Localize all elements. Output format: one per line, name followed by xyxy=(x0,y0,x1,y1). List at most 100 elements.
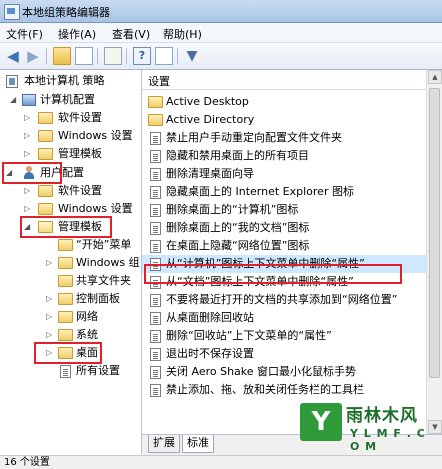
filter-icon[interactable]: ▼ xyxy=(183,47,201,65)
policy-setting-icon xyxy=(150,348,161,361)
list-item-policy[interactable]: 删除清理桌面向导 xyxy=(142,165,426,183)
folder-icon xyxy=(58,293,73,305)
list-item-policy[interactable]: 隐藏和禁用桌面上的所有项目 xyxy=(142,147,426,165)
show-hide-tree-icon[interactable] xyxy=(75,47,93,65)
list-item-policy[interactable]: 删除桌面上的“计算机”图标 xyxy=(142,201,426,219)
policy-setting-icon xyxy=(150,132,161,145)
list-item-label: 不要将最近打开的文档的共享添加到“网络位置” xyxy=(166,293,398,306)
column-header-setting: 设置 xyxy=(148,75,170,88)
folder-icon xyxy=(58,257,73,269)
forward-arrow-icon[interactable]: ▶ xyxy=(24,47,42,65)
list-item-folder[interactable]: Active Desktop xyxy=(142,93,426,111)
list-item-policy[interactable]: 在桌面上隐藏“网络位置”图标 xyxy=(142,237,426,255)
tree-label: 用户配置 xyxy=(40,166,84,179)
folder-icon xyxy=(38,148,53,160)
list-item-label: 从“文档”图标上下文菜单中删除“属性” xyxy=(166,275,354,288)
collapse-triangle-icon[interactable]: ▷ xyxy=(46,254,54,272)
tab-extended[interactable]: 扩展 xyxy=(148,435,180,453)
collapse-triangle-icon[interactable]: ▷ xyxy=(24,182,32,200)
tree-label: 系统 xyxy=(76,328,98,341)
list-item-policy[interactable]: 隐藏桌面上的 Internet Explorer 图标 xyxy=(142,183,426,201)
computer-icon xyxy=(22,94,36,106)
app-icon xyxy=(4,4,20,20)
list-item-label: 退出时不保存设置 xyxy=(166,347,254,360)
list-item-policy[interactable]: 关闭 Aero Shake 窗口最小化鼠标手势 xyxy=(142,363,426,381)
list-item-policy[interactable]: 从“计算机”图标上下文菜单中删除“属性” xyxy=(142,255,426,273)
tree-pane: 本地计算机 策略 ◢ 计算机配置 ▷ 软件设置 ▷ Windows 设置 ▷ 管… xyxy=(0,70,142,454)
policy-root-icon xyxy=(6,75,18,88)
collapse-triangle-icon[interactable]: ▷ xyxy=(24,109,32,127)
back-arrow-icon[interactable]: ◀ xyxy=(4,47,22,65)
folder-icon xyxy=(148,96,163,108)
up-folder-icon[interactable] xyxy=(53,47,71,65)
list-item-policy[interactable]: 删除“回收站”上下文菜单的“属性” xyxy=(142,327,426,345)
menu-action[interactable]: 操作(A) xyxy=(58,26,96,42)
toolbar-separator xyxy=(97,48,98,64)
tree-label: Windows 设置 xyxy=(58,202,133,215)
expand-triangle-icon[interactable]: ◢ xyxy=(10,91,18,109)
policy-setting-icon xyxy=(150,204,161,217)
status-bar: 16 个设置 xyxy=(0,455,442,469)
folder-icon xyxy=(38,130,53,142)
policy-setting-icon xyxy=(150,294,161,307)
menu-view[interactable]: 查看(V) xyxy=(112,26,150,42)
policy-setting-icon xyxy=(150,312,161,325)
tree-label: “开始”菜单 xyxy=(76,238,132,251)
tree-label: Windows 设置 xyxy=(58,129,133,142)
list-item-label: 删除清理桌面向导 xyxy=(166,167,254,180)
menu-file[interactable]: 文件(F) xyxy=(6,26,43,42)
watermark-name: 雨林木风 xyxy=(346,406,418,426)
window-title: 本地组策略编辑器 xyxy=(22,6,110,19)
list-item-label: Active Desktop xyxy=(166,95,249,108)
list-item-label: 隐藏桌面上的 Internet Explorer 图标 xyxy=(166,185,354,198)
collapse-triangle-icon[interactable]: ▷ xyxy=(46,326,54,344)
expand-triangle-icon[interactable]: ◢ xyxy=(6,164,14,182)
expand-triangle-icon[interactable]: ◢ xyxy=(24,218,32,236)
list-item-label: 删除桌面上的“计算机”图标 xyxy=(166,203,299,216)
list-item-policy[interactable]: 不要将最近打开的文档的共享添加到“网络位置” xyxy=(142,291,426,309)
folder-icon xyxy=(58,239,73,251)
properties-icon[interactable] xyxy=(155,47,173,65)
tree-label: 网络 xyxy=(76,310,98,323)
list-item-policy[interactable]: 禁止用户手动重定向配置文件文件夹 xyxy=(142,129,426,147)
list-header[interactable]: 设置 xyxy=(142,70,442,90)
watermark-url: Y L M F . C O M xyxy=(350,427,426,453)
list-item-label: 删除“回收站”上下文菜单的“属性” xyxy=(166,329,332,342)
list-item-policy[interactable]: 删除桌面上的“我的文档”图标 xyxy=(142,219,426,237)
collapse-triangle-icon[interactable]: ▷ xyxy=(24,200,32,218)
list-item-label: 关闭 Aero Shake 窗口最小化鼠标手势 xyxy=(166,365,357,378)
list-item-policy[interactable]: 从桌面删除回收站 xyxy=(142,309,426,327)
list-item-folder[interactable]: Active Directory xyxy=(142,111,426,129)
status-count: 16 个设置 xyxy=(4,457,50,468)
folder-icon xyxy=(58,275,73,287)
collapse-triangle-icon[interactable]: ▷ xyxy=(46,308,54,326)
scroll-thumb[interactable] xyxy=(429,88,440,378)
collapse-triangle-icon[interactable]: ▷ xyxy=(46,290,54,308)
tree-label: 管理模板 xyxy=(58,147,102,160)
toolbar-separator xyxy=(177,48,178,64)
policy-setting-icon xyxy=(150,222,161,235)
toolbar-separator xyxy=(126,48,127,64)
collapse-triangle-icon[interactable]: ▷ xyxy=(24,127,32,145)
folder-icon xyxy=(58,311,73,323)
tree-label: 本地计算机 策略 xyxy=(24,74,105,87)
list-item-label: Active Directory xyxy=(166,113,255,126)
export-list-icon[interactable] xyxy=(104,47,122,65)
collapse-triangle-icon[interactable]: ▷ xyxy=(24,145,32,163)
tab-standard[interactable]: 标准 xyxy=(182,435,214,453)
tree-label: 计算机配置 xyxy=(40,93,95,106)
menu-help[interactable]: 帮助(H) xyxy=(163,26,202,42)
watermark-logo: Y 雨林木风 Y L M F . C O M xyxy=(300,395,440,455)
list-item-label: 删除桌面上的“我的文档”图标 xyxy=(166,221,310,234)
list-item-policy[interactable]: 从“文档”图标上下文菜单中删除“属性” xyxy=(142,273,426,291)
policy-setting-icon xyxy=(150,240,161,253)
list-item-policy[interactable]: 退出时不保存设置 xyxy=(142,345,426,363)
scroll-up-icon[interactable]: ▲ xyxy=(428,70,442,84)
watermark-mark: Y xyxy=(300,403,342,441)
help-icon[interactable]: ? xyxy=(133,47,151,65)
toolbar-separator xyxy=(46,48,47,64)
policy-setting-icon xyxy=(150,150,161,163)
folder-icon xyxy=(58,347,73,359)
collapse-triangle-icon[interactable]: ▷ xyxy=(46,344,54,362)
list-item-label: 从桌面删除回收站 xyxy=(166,311,254,324)
